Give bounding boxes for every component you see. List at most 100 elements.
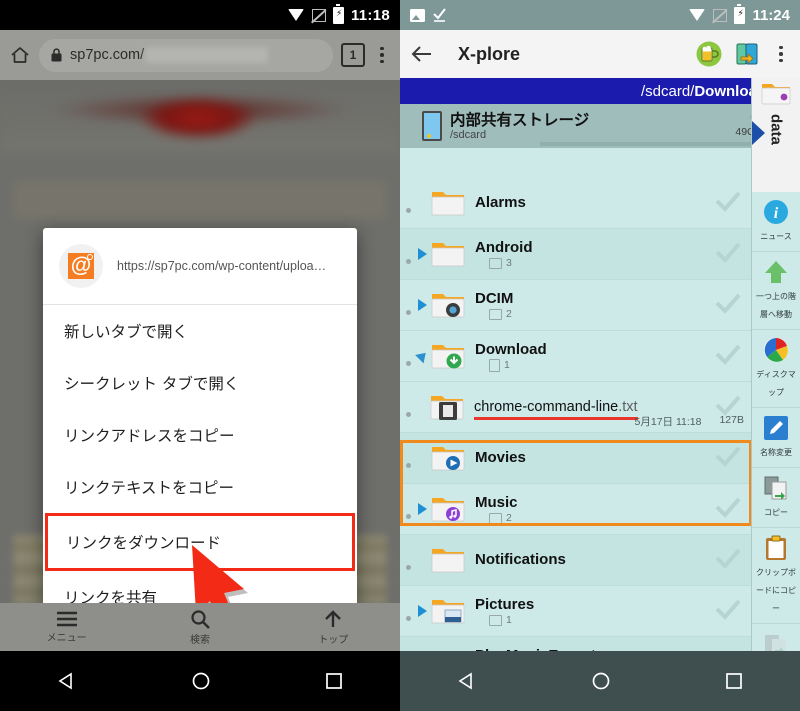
menu-item-copy-link-address[interactable]: リンクアドレスをコピー — [43, 409, 357, 461]
expand-arrow[interactable] — [418, 299, 427, 311]
sidebar-item-copy-clipboard[interactable]: クリップボードにコピー — [752, 528, 800, 624]
menu-item-copy-link-text[interactable]: リンクテキストをコピー — [43, 461, 357, 513]
expand-arrow[interactable] — [418, 503, 427, 515]
table-row[interactable]: PlayMusicExporter 1 — [400, 637, 752, 651]
file-sub: 3 — [475, 257, 714, 269]
right-status-bar: ⚡ 11:24 — [400, 0, 800, 30]
path-text: /sdcard/Download — [641, 83, 766, 100]
expand-arrow[interactable] — [418, 452, 427, 464]
tree-dot — [406, 412, 411, 417]
tree-dot — [406, 361, 411, 366]
storage-header[interactable]: 内部共有ストレージ /sdcard 空き容量 49GB/54GB — [400, 104, 800, 148]
table-row[interactable]: Android 3 — [400, 229, 752, 280]
check-icon[interactable] — [714, 241, 744, 268]
path-bar: /sdcard/Download — [400, 78, 800, 104]
right-status-clock: 11:24 — [752, 6, 790, 24]
subfolder-count-icon — [489, 257, 502, 269]
tree-dot — [406, 616, 411, 621]
subfile-count-icon — [489, 358, 500, 372]
table-row-download-folder[interactable]: Download 1 — [400, 331, 752, 382]
check-icon[interactable] — [714, 292, 744, 319]
web-content-area: @ https://sp7pc.com/wp-content/uploa… 新し… — [0, 80, 400, 631]
expand-arrow[interactable] — [418, 248, 427, 260]
wifi-icon — [287, 9, 305, 21]
app-title: X-plore — [458, 43, 521, 64]
table-row[interactable]: Movies — [400, 433, 752, 484]
site-nav-top[interactable]: トップ — [267, 603, 400, 651]
arrow-right-annotation — [752, 120, 766, 146]
site-nav-menu-label: メニュー — [46, 632, 87, 644]
menu-item-open-new-tab[interactable]: 新しいタブで開く — [43, 305, 357, 357]
file-name: Download — [475, 340, 547, 358]
sidebar-item-label: ニュース — [760, 232, 792, 241]
left-panel-chrome: ⚡ 11:18 sp7pc.com/redacted-path-here 1 — [0, 0, 400, 711]
menu-item-open-incognito[interactable]: シークレット タブで開く — [43, 357, 357, 409]
right-panel-xplore: ⚡ 11:24 X-plore /sdcard/Download 内部共有ストレ… — [400, 0, 800, 711]
sidebar-item-copy[interactable]: コピー — [752, 468, 800, 528]
dual-screenshot: ⚡ 11:18 sp7pc.com/redacted-path-here 1 — [0, 0, 800, 711]
home-circle-icon[interactable] — [591, 671, 611, 691]
back-arrow-icon[interactable] — [410, 42, 434, 66]
check-icon[interactable] — [714, 496, 744, 523]
table-row[interactable]: Notifications — [400, 535, 752, 586]
table-row[interactable]: Music 2 — [400, 484, 752, 535]
expand-arrow[interactable] — [418, 554, 427, 566]
home-icon[interactable] — [9, 44, 31, 66]
copy-icon — [753, 474, 799, 502]
back-icon[interactable] — [57, 671, 77, 691]
back-icon[interactable] — [457, 671, 477, 691]
home-circle-icon[interactable] — [191, 671, 211, 691]
site-nav-search[interactable]: 検索 — [133, 603, 266, 651]
table-row-downloaded-file[interactable]: chrome-command-line.txt 5月17日 11:18 127B — [400, 382, 752, 433]
at-sign-icon: @ — [59, 244, 103, 288]
file-name: Pictures — [475, 596, 535, 613]
check-icon[interactable] — [714, 598, 744, 625]
svg-text:i: i — [774, 205, 779, 222]
recents-square-icon[interactable] — [725, 672, 743, 690]
expand-arrow-expanded[interactable] — [415, 348, 430, 364]
tab-count-button[interactable]: 1 — [341, 43, 365, 67]
sidebar-item-create-zip: Zipを作成 — [752, 624, 800, 651]
file-date: 5月17日 11:18 — [634, 416, 702, 428]
red-underline-annotation — [474, 417, 638, 420]
sidebar-item-go-up[interactable]: 一つ上の階層へ移動 — [752, 252, 800, 330]
kebab-menu-icon[interactable] — [772, 45, 790, 63]
sidebar-tab-label: data — [767, 114, 785, 145]
expand-arrow[interactable] — [418, 197, 427, 209]
table-row[interactable]: DCIM 2 — [400, 280, 752, 331]
kebab-menu-icon[interactable] — [373, 46, 391, 64]
table-row[interactable]: Pictures 1 — [400, 586, 752, 637]
folder-file-icon — [430, 394, 464, 421]
left-status-clock: 11:18 — [350, 6, 390, 24]
folder-icon — [431, 241, 465, 268]
menu-item-download-link[interactable]: リンクをダウンロード — [45, 513, 355, 571]
url-bar[interactable]: sp7pc.com/redacted-path-here — [39, 38, 333, 72]
path-prefix: /sdcard/ — [640, 82, 695, 100]
check-icon[interactable] — [714, 190, 744, 217]
sidebar-item-rename[interactable]: 名称変更 — [752, 408, 800, 468]
file-name: Movies — [475, 449, 526, 466]
file-list[interactable]: Alarms Android 3 DCIM 2 Download 1 chrom… — [400, 178, 752, 651]
clipboard-icon — [753, 534, 799, 562]
sidebar-item-label: コピー — [764, 508, 788, 517]
file-sub: 1 — [475, 614, 714, 626]
table-row[interactable]: Alarms — [400, 178, 752, 229]
expand-arrow[interactable] — [418, 605, 427, 617]
sidebar-item-label: ディスクマップ — [756, 370, 796, 397]
sidebar-tab-data[interactable]: data — [752, 78, 800, 192]
storage-mount: /sdcard — [450, 128, 487, 141]
folder-video-icon — [431, 445, 465, 472]
beer-mug-icon[interactable] — [696, 41, 722, 67]
check-icon[interactable] — [714, 547, 744, 574]
site-nav-menu[interactable]: メニュー — [0, 603, 133, 651]
check-icon[interactable] — [714, 343, 744, 370]
folder-image-icon — [431, 598, 465, 625]
sidebar-item-disk-map[interactable]: ディスクマップ — [752, 330, 800, 408]
recents-square-icon[interactable] — [325, 672, 343, 690]
folder-icon — [431, 190, 465, 217]
check-icon[interactable] — [714, 445, 744, 472]
lock-icon — [51, 48, 62, 62]
device-transfer-icon[interactable] — [734, 41, 760, 67]
sidebar-item-news[interactable]: i ニュース — [752, 192, 800, 252]
file-meta: 5月17日 11:18 127B — [635, 414, 744, 429]
